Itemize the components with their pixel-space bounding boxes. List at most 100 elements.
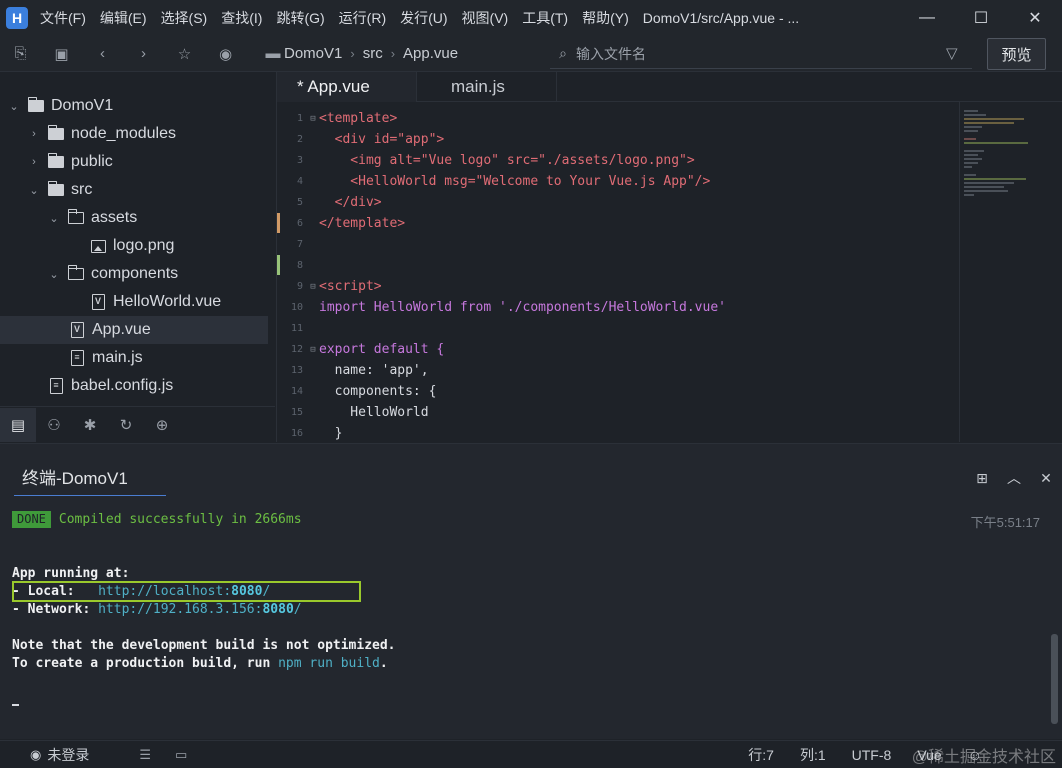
menu-file[interactable]: 文件(F) xyxy=(40,8,86,28)
sidebar-tab-bar: ▤ ⚇ ✱ ↻ ⊕ xyxy=(0,406,275,442)
tree-item-logo-png[interactable]: logo.png xyxy=(0,232,268,260)
tree-item-label: main.js xyxy=(92,349,143,366)
terminal-icon[interactable]: ▭ xyxy=(175,747,187,763)
folder-icon: ▬ xyxy=(265,45,281,62)
minimap[interactable] xyxy=(959,102,1062,442)
menu-view[interactable]: 视图(V) xyxy=(462,8,509,28)
menu-run[interactable]: 运行(R) xyxy=(339,8,386,28)
file-search: ⌕ xyxy=(550,39,972,69)
editor-tab-bar: * App.vue main.js xyxy=(277,72,1062,102)
back-icon[interactable]: ‹ xyxy=(82,36,123,72)
breadcrumb-src[interactable]: src xyxy=(363,45,383,62)
tree-item-label: assets xyxy=(91,209,138,226)
source-control-icon[interactable]: ↻ xyxy=(108,408,144,442)
list-icon[interactable]: ☰ xyxy=(139,747,151,763)
chevron-right-icon: › xyxy=(32,128,36,140)
menu-publish[interactable]: 发行(U) xyxy=(400,8,447,28)
star-icon[interactable]: ☆ xyxy=(164,36,205,72)
chevron-down-icon: ⌄ xyxy=(9,100,19,113)
run-icon[interactable]: ◉ xyxy=(205,36,246,72)
binoculars-icon[interactable]: ⚇ xyxy=(36,408,72,442)
close-icon[interactable]: ✕ xyxy=(1008,0,1062,36)
preview-button[interactable]: 预览 xyxy=(987,38,1046,70)
folder-open-icon xyxy=(67,209,84,226)
folder-open-icon xyxy=(67,265,84,282)
menu-select[interactable]: 选择(S) xyxy=(161,8,208,28)
code-line: 6 </template> xyxy=(296,216,406,231)
tab-main-js[interactable]: main.js xyxy=(417,72,557,102)
hbuilder-logo-icon: H xyxy=(6,7,28,29)
project-manager-icon[interactable]: ▤ xyxy=(0,407,36,442)
tree-item-babel-config[interactable]: ≡ babel.config.js xyxy=(0,372,268,400)
file-search-input[interactable] xyxy=(576,45,906,62)
toolbar: ⎘ ▣ ‹ › ☆ ◉ ▬ DomoV1 › src › App.vue ⌕ ▽… xyxy=(0,36,1062,72)
tree-item-label: public xyxy=(71,153,113,170)
tree-item-label: node_modules xyxy=(71,125,176,142)
tree-item-domov1[interactable]: ⌄ DomoV1 xyxy=(0,92,268,120)
tree-item-assets[interactable]: ⌄ assets xyxy=(0,204,268,232)
fold-icon[interactable]: ⊟ xyxy=(307,339,319,360)
forward-icon[interactable]: › xyxy=(123,36,164,72)
menu-find[interactable]: 查找(I) xyxy=(221,8,262,28)
menu-goto[interactable]: 跳转(G) xyxy=(276,8,324,28)
chevron-up-icon[interactable]: ︿ xyxy=(998,464,1030,492)
terminal-new-icon[interactable]: ⊞ xyxy=(966,464,998,492)
debug-bug-icon[interactable]: ✱ xyxy=(72,408,108,442)
tab-app-vue[interactable]: * App.vue xyxy=(277,72,417,102)
tree-item-label: App.vue xyxy=(92,321,151,338)
close-icon[interactable]: ✕ xyxy=(1030,464,1062,492)
encoding[interactable]: UTF-8 xyxy=(852,747,892,763)
status-bar: ◉ 未登录 ☰ ▭ 行:7 列:1 UTF-8 Vue ☺ @稀土掘金技术社区 xyxy=(0,740,1062,768)
done-badge: DONE xyxy=(12,510,51,528)
tree-item-main-js[interactable]: ≡ main.js xyxy=(0,344,268,372)
code-line: 11 xyxy=(290,323,303,334)
menu-help[interactable]: 帮助(Y) xyxy=(582,8,629,28)
tree-item-components[interactable]: ⌄ components xyxy=(0,260,268,288)
folder-icon xyxy=(47,125,64,142)
code-line: 7 xyxy=(296,239,303,250)
tree-item-label: DomoV1 xyxy=(51,97,114,114)
window-title: DomoV1/src/App.vue - ... xyxy=(642,10,800,26)
code-line: 10 import HelloWorld from './components/H… xyxy=(290,300,726,315)
network-label: - Network: xyxy=(12,601,99,617)
globe-icon[interactable]: ⊕ xyxy=(144,408,180,442)
code-editor: * App.vue main.js 1 ⊟ <template> 2 <div id… xyxy=(276,72,1062,442)
code-line: 4 <HelloWorld msg="Welcome to Your Vue.j… xyxy=(296,174,711,189)
fold-icon[interactable]: ⊟ xyxy=(307,108,319,129)
terminal-scrollbar[interactable] xyxy=(1051,634,1058,724)
tree-item-helloworld-vue[interactable]: V HelloWorld.vue xyxy=(0,288,268,316)
network-url[interactable]: http://192.168.3.156:8080/ xyxy=(98,602,302,617)
code-line: 13 name: 'app', xyxy=(290,363,429,378)
save-icon[interactable]: ▣ xyxy=(41,36,82,72)
tree-item-label: babel.config.js xyxy=(71,377,174,394)
code-line: 12 ⊟ export default { xyxy=(277,339,957,360)
cursor-line[interactable]: 行:7 xyxy=(748,745,774,765)
chevron-down-icon: ⌄ xyxy=(29,184,39,197)
breadcrumb-separator-icon: › xyxy=(350,46,355,61)
tree-item-src[interactable]: ⌄ src xyxy=(0,176,268,204)
tree-item-public[interactable]: › public xyxy=(0,148,268,176)
tree-item-node-modules[interactable]: › node_modules xyxy=(0,120,268,148)
maximize-icon[interactable]: ☐ xyxy=(954,0,1008,36)
fold-icon[interactable]: ⊟ xyxy=(307,276,319,297)
breadcrumb-project[interactable]: DomoV1 xyxy=(284,45,342,62)
code-line: 14 components: { xyxy=(290,384,437,399)
filter-icon[interactable]: ▽ xyxy=(946,44,958,62)
code-area[interactable]: 1 ⊟ <template> 2 <div id="app"> 3 <img alt… xyxy=(277,108,957,444)
tab-terminal[interactable]: 终端-DomoV1 xyxy=(14,464,166,496)
chevron-right-icon: › xyxy=(32,156,36,168)
login-status[interactable]: ◉ 未登录 xyxy=(30,745,89,765)
menu-edit[interactable]: 编辑(E) xyxy=(100,8,147,28)
menu-tools[interactable]: 工具(T) xyxy=(522,8,568,28)
cursor-column[interactable]: 列:1 xyxy=(800,745,826,765)
terminal-panel: 终端-DomoV1 ⊞ ︿ ✕ 下午5:51:17 DONE Compiled s… xyxy=(0,443,1062,739)
code-line: 1 ⊟ <template> xyxy=(277,108,957,129)
tree-item-label: logo.png xyxy=(113,237,175,254)
breadcrumb-file[interactable]: App.vue xyxy=(403,45,458,62)
minimize-icon[interactable]: — xyxy=(900,0,954,36)
search-icon: ⌕ xyxy=(559,45,567,61)
folder-open-icon xyxy=(47,181,64,198)
tree-item-app-vue[interactable]: V App.vue xyxy=(0,316,268,344)
new-file-icon[interactable]: ⎘ xyxy=(0,36,41,72)
vue-file-icon: V xyxy=(90,294,106,310)
